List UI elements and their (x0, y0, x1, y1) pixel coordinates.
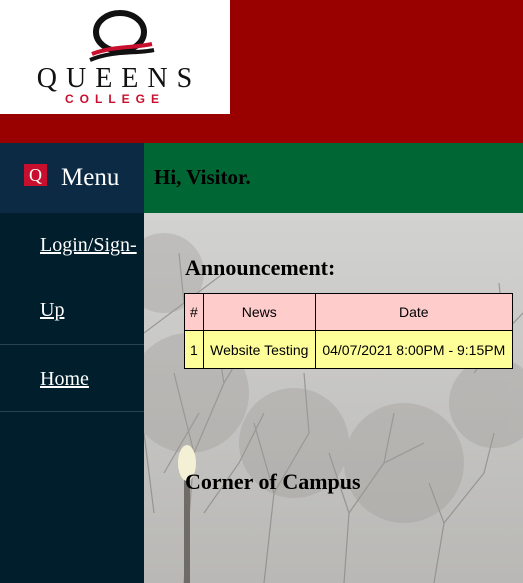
q-menu-icon: Q (24, 164, 47, 186)
nav-item-home: Home (0, 345, 144, 412)
greeting-text: Hi, Visitor. (154, 165, 251, 189)
row-date: 04/07/2021 8:00PM - 9:15PM (314, 330, 513, 369)
queens-college-logo[interactable]: QUEENS COLLEGE (0, 0, 230, 114)
corner-of-campus-title: Corner of Campus (185, 469, 361, 494)
menu-label: Menu (61, 164, 120, 191)
announcement-table: # News Date 1 Website Testing 04/07/2021… (184, 293, 513, 369)
logo-wordmark: QUEENS (36, 63, 202, 94)
column-header-number: # (184, 293, 204, 331)
q-logo-icon (89, 10, 155, 62)
table-header-row: # News Date (184, 293, 513, 331)
page: QUEENS COLLEGE Q Menu Login/Sign-Up Home… (0, 0, 523, 583)
announcement-title: Announcement: (185, 255, 336, 280)
table-row: 1 Website Testing 04/07/2021 8:00PM - 9:… (184, 330, 513, 369)
sidebar: Q Menu Login/Sign-Up Home (0, 143, 144, 583)
row-news: Website Testing (202, 330, 316, 369)
main-content: Announcement: # News Date 1 Website Test… (144, 213, 523, 583)
site-header: QUEENS COLLEGE (0, 0, 523, 143)
greeting-bar: Hi, Visitor. (144, 143, 523, 213)
nav-item-login: Login/Sign-Up (0, 213, 144, 345)
home-link[interactable]: Home (0, 345, 144, 413)
column-header-date: Date (314, 293, 513, 331)
row-number: 1 (184, 330, 204, 369)
login-signup-link[interactable]: Login/Sign-Up (0, 213, 144, 343)
column-header-news: News (202, 293, 316, 331)
logo-subtitle: COLLEGE (64, 92, 165, 106)
menu-header[interactable]: Q Menu (0, 143, 144, 213)
